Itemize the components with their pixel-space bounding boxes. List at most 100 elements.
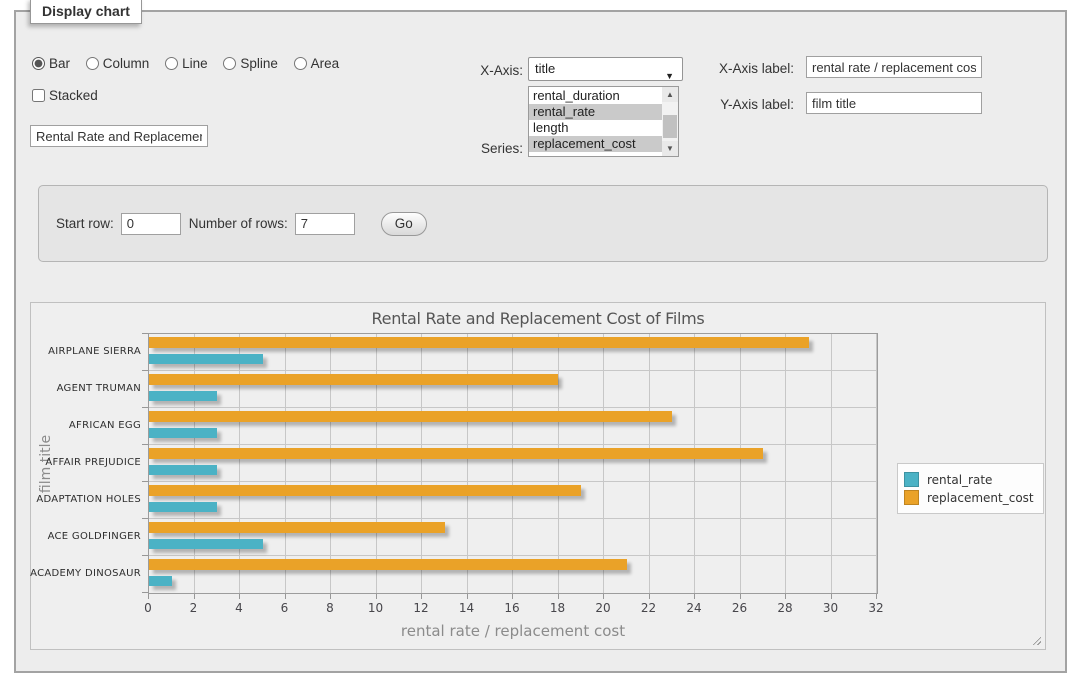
x-tick-label: 28	[765, 601, 805, 615]
y-tick-mark	[142, 333, 148, 334]
gridline	[149, 555, 877, 556]
x-tick-mark	[785, 594, 786, 599]
legend-label: rental_rate	[927, 473, 992, 487]
radio-area-input[interactable]	[294, 57, 307, 70]
radio-column-input[interactable]	[86, 57, 99, 70]
x-tick-label: 20	[583, 601, 623, 615]
y-tick-mark	[142, 555, 148, 556]
bar-replacement_cost	[149, 411, 672, 422]
x-tick-label: 32	[856, 601, 896, 615]
x-tick-label: 30	[811, 601, 851, 615]
panel-title: Display chart	[30, 0, 142, 24]
listbox-scrollbar[interactable]: ▲ ▼	[662, 87, 678, 156]
x-tick-mark	[512, 594, 513, 599]
x-tick-mark	[148, 594, 149, 599]
series-option-length[interactable]: length	[529, 120, 662, 136]
radio-line[interactable]: Line	[165, 56, 208, 71]
x-tick-mark	[194, 594, 195, 599]
series-select-label: Series:	[426, 141, 523, 156]
category-label: AGENT TRUMAN	[31, 370, 141, 407]
bar-rental_rate	[149, 428, 217, 438]
category-label: ACE GOLDFINGER	[31, 518, 141, 555]
gridline	[149, 518, 877, 519]
x-tick-mark	[558, 594, 559, 599]
series-listbox[interactable]: rental_duration rental_rate length repla…	[528, 86, 679, 157]
num-rows-input[interactable]	[295, 213, 355, 235]
x-tick-mark	[467, 594, 468, 599]
x-tick-label: 4	[219, 601, 259, 615]
y-tick-mark	[142, 592, 148, 593]
scrollbar-down-icon[interactable]: ▼	[662, 141, 678, 156]
x-tick-label: 8	[310, 601, 350, 615]
y-tick-mark	[142, 518, 148, 519]
chart-title: Rental Rate and Replacement Cost of Film…	[31, 309, 1045, 328]
series-options: rental_duration rental_rate length repla…	[529, 88, 662, 152]
x-tick-mark	[649, 594, 650, 599]
series-option-rental-rate[interactable]: rental_rate	[529, 104, 662, 120]
x-tick-mark	[603, 594, 604, 599]
bar-rental_rate	[149, 502, 217, 512]
gridline	[149, 481, 877, 482]
bar-replacement_cost	[149, 559, 627, 570]
x-axis-dropdown[interactable]: title ▼	[528, 57, 683, 81]
stacked-checkbox[interactable]	[32, 89, 45, 102]
row-range-box: Start row: Number of rows: Go	[38, 185, 1048, 262]
x-axis-dropdown-value: title	[535, 61, 555, 76]
x-tick-mark	[740, 594, 741, 599]
x-tick-mark	[831, 594, 832, 599]
radio-area[interactable]: Area	[294, 56, 340, 71]
radio-bar-input[interactable]	[32, 57, 45, 70]
bar-rental_rate	[149, 391, 217, 401]
resize-handle-icon[interactable]	[1030, 634, 1041, 645]
x-tick-mark	[694, 594, 695, 599]
x-tick-label: 12	[401, 601, 441, 615]
chart-legend: rental_rate replacement_cost	[897, 463, 1044, 514]
x-tick-label: 0	[128, 601, 168, 615]
start-row-label: Start row:	[56, 216, 114, 231]
start-row-input[interactable]	[121, 213, 181, 235]
chart-container: Rental Rate and Replacement Cost of Film…	[30, 302, 1046, 650]
legend-swatch	[904, 472, 919, 487]
radio-bar[interactable]: Bar	[32, 56, 70, 71]
stacked-checkbox-label[interactable]: Stacked	[32, 88, 98, 103]
category-label: AIRPLANE SIERRA	[31, 333, 141, 370]
y-axis-label-label: Y-Axis label:	[704, 97, 794, 112]
x-tick-label: 6	[265, 601, 305, 615]
y-axis-label-input[interactable]	[806, 92, 982, 114]
radio-line-input[interactable]	[165, 57, 178, 70]
bar-replacement_cost	[149, 485, 581, 496]
bar-replacement_cost	[149, 337, 809, 348]
x-axis-select-label: X-Axis:	[426, 63, 523, 78]
y-tick-mark	[142, 407, 148, 408]
x-tick-label: 24	[674, 601, 714, 615]
gridline	[149, 407, 877, 408]
x-axis-label-label: X-Axis label:	[704, 61, 794, 76]
x-tick-mark	[876, 594, 877, 599]
x-tick-mark	[421, 594, 422, 599]
series-option-replacement-cost[interactable]: replacement_cost	[529, 136, 662, 152]
radio-spline[interactable]: Spline	[223, 56, 278, 71]
radio-column[interactable]: Column	[86, 56, 150, 71]
legend-label: replacement_cost	[927, 491, 1034, 505]
x-tick-label: 10	[356, 601, 396, 615]
legend-item: rental_rate	[904, 472, 1034, 487]
x-tick-label: 22	[629, 601, 669, 615]
y-tick-mark	[142, 444, 148, 445]
x-axis-label-input[interactable]	[806, 56, 982, 78]
bar-replacement_cost	[149, 522, 445, 533]
chart-type-radio-group: Bar Column Line Spline Area	[32, 56, 351, 71]
series-option-rental-duration[interactable]: rental_duration	[529, 88, 662, 104]
go-button[interactable]: Go	[381, 212, 427, 236]
radio-spline-input[interactable]	[223, 57, 236, 70]
scrollbar-thumb[interactable]	[663, 115, 677, 138]
chart-title-input[interactable]	[30, 125, 208, 147]
scrollbar-up-icon[interactable]: ▲	[662, 87, 678, 102]
plot-area	[148, 333, 878, 594]
x-axis-title: rental rate / replacement cost	[148, 622, 878, 640]
x-tick-mark	[239, 594, 240, 599]
bar-rental_rate	[149, 576, 172, 586]
x-tick-label: 16	[492, 601, 532, 615]
display-chart-panel: Display chart Bar Column Line Spline Are…	[14, 10, 1067, 673]
x-tick-mark	[285, 594, 286, 599]
x-tick-label: 18	[538, 601, 578, 615]
